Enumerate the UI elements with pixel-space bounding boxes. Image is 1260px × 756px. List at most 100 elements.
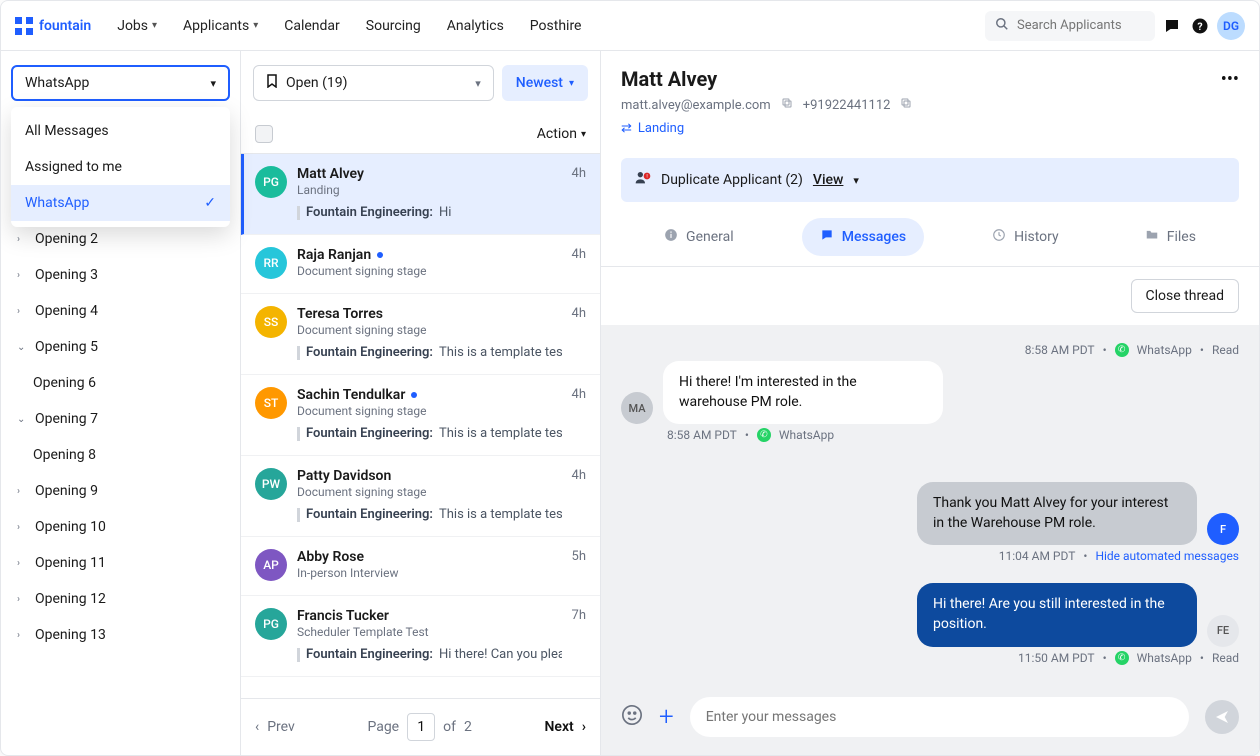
sort-dropdown[interactable]: Newest ▾ (502, 65, 588, 101)
stage-label: Landing (297, 183, 562, 197)
sidebar-item-opening[interactable]: ›Opening 4 (1, 293, 240, 329)
avatar: PG (255, 166, 287, 198)
user-avatar[interactable]: DG (1217, 12, 1245, 40)
sidebar-item-opening[interactable]: ›Opening 3 (1, 257, 240, 293)
avatar: PG (255, 608, 287, 640)
hide-automated-link[interactable]: Hide automated messages (1095, 549, 1239, 563)
tab-messages[interactable]: Messages (802, 218, 924, 256)
bookmark-icon (266, 74, 278, 92)
emoji-icon[interactable] (621, 704, 643, 731)
preview-from: Fountain Engineering: (306, 426, 433, 441)
msg-timestamp: 11:04 AM PDT (999, 549, 1076, 563)
opening-label: Opening 4 (35, 303, 98, 319)
caret-down-icon: ▾ (569, 78, 574, 89)
nav-calendar[interactable]: Calendar (274, 12, 350, 40)
sidebar-item-opening[interactable]: ›Opening 11 (1, 545, 240, 581)
more-menu-icon[interactable]: ••• (1221, 69, 1239, 90)
prev-button[interactable]: ‹ Prev (255, 719, 295, 735)
caret-down-icon[interactable]: ▾ (853, 174, 859, 187)
detail-panel: Matt Alvey matt.alvey@example.com +91922… (601, 51, 1259, 755)
avatar: SS (255, 306, 287, 338)
nav-posthire[interactable]: Posthire (520, 12, 592, 40)
tab-files[interactable]: Files (1127, 218, 1214, 256)
msg-channel: WhatsApp (1137, 343, 1192, 357)
chevron-icon: › (17, 234, 27, 245)
sidebar-item-opening[interactable]: ›Opening 9 (1, 473, 240, 509)
nav-analytics[interactable]: Analytics (437, 12, 514, 40)
search-input[interactable] (1017, 18, 1145, 33)
msg-timestamp: 8:58 AM PDT (1025, 343, 1095, 357)
message-item[interactable]: APAbby RoseIn-person Interview5h (241, 537, 600, 596)
filter-option-assigned[interactable]: Assigned to me (11, 149, 230, 185)
msg-status: Read (1212, 343, 1239, 357)
chevron-icon: › (17, 630, 27, 641)
avatar: ST (255, 387, 287, 419)
sidebar-item-opening[interactable]: ⌄Opening 5 (1, 329, 240, 365)
avatar: MA (621, 392, 653, 424)
duplicate-label: Duplicate Applicant (2) (661, 172, 803, 188)
message-item[interactable]: PWPatty DavidsonDocument signing stageFo… (241, 456, 600, 537)
add-icon[interactable]: + (659, 702, 674, 732)
notification-icon[interactable] (1161, 15, 1183, 37)
message-automated: Thank you Matt Alvey for your interest i… (917, 482, 1197, 545)
tab-history[interactable]: History (974, 218, 1077, 256)
opening-label: Opening 2 (35, 231, 98, 247)
preview-from: Fountain Engineering: (306, 345, 433, 360)
time-label: 7h (572, 608, 586, 662)
message-inbound: Hi there! I'm interested in the warehous… (663, 361, 943, 424)
sidebar-item-opening[interactable]: Opening 6 (1, 365, 240, 401)
whatsapp-icon: ✆ (1115, 343, 1129, 357)
message-item[interactable]: PGMatt AlveyLandingFountain Engineering:… (241, 154, 600, 235)
stage-link[interactable]: Landing (638, 121, 684, 136)
info-icon (664, 228, 678, 246)
status-filter-dropdown[interactable]: Open (19) ▾ (253, 65, 494, 101)
preview-from: Fountain Engineering: (306, 205, 433, 220)
sidebar-item-opening[interactable]: ›Opening 12 (1, 581, 240, 617)
search-input-wrap[interactable] (985, 11, 1155, 41)
message-item[interactable]: RRRaja RanjanDocument signing stage4h (241, 235, 600, 294)
next-button[interactable]: Next › (545, 719, 586, 735)
send-button[interactable] (1205, 700, 1239, 734)
filter-option-all[interactable]: All Messages (11, 113, 230, 149)
opening-label: Opening 13 (35, 627, 106, 643)
sidebar-item-opening[interactable]: ›Opening 10 (1, 509, 240, 545)
nav-jobs[interactable]: Jobs▾ (107, 12, 167, 40)
nav-sourcing[interactable]: Sourcing (356, 12, 431, 40)
filter-option-whatsapp[interactable]: WhatsApp ✓ (11, 185, 230, 221)
caret-down-icon: ▾ (210, 77, 216, 90)
select-all-checkbox[interactable] (255, 125, 273, 143)
check-icon: ✓ (204, 195, 216, 211)
time-label: 5h (572, 549, 586, 581)
time-label: 4h (572, 166, 586, 220)
tab-general[interactable]: General (646, 218, 752, 256)
copy-phone-icon[interactable] (900, 97, 912, 113)
copy-email-icon[interactable] (781, 97, 793, 113)
message-input[interactable] (706, 709, 1173, 725)
nav-applicants[interactable]: Applicants▾ (173, 12, 268, 40)
preview-body: This is a template test (439, 507, 562, 522)
sidebar-item-opening[interactable]: › Opening 13 (1, 617, 240, 653)
caret-down-icon: ▾ (253, 20, 258, 31)
channel-filter-dropdown[interactable]: WhatsApp ▾ (11, 65, 230, 101)
brand-logo[interactable]: fountain (15, 17, 91, 35)
opening-label: Opening 11 (35, 555, 106, 571)
sidebar-item-opening[interactable]: Opening 8 (1, 437, 240, 473)
message-item[interactable]: SSTeresa TorresDocument signing stageFou… (241, 294, 600, 375)
message-item[interactable]: PGFrancis TuckerScheduler Template TestF… (241, 596, 600, 677)
quote-bar-icon (297, 206, 300, 220)
page-number: 1 (407, 713, 435, 741)
help-icon[interactable]: ? (1189, 15, 1211, 37)
chat-icon (820, 228, 834, 246)
action-dropdown[interactable]: Action ▾ (537, 126, 586, 142)
pagination: ‹ Prev Page 1 of 2 Next › (241, 698, 600, 755)
caret-down-icon: ▾ (475, 77, 481, 90)
sidebar-item-opening[interactable]: ⌄Opening 7 (1, 401, 240, 437)
chat-thread: 8:58 AM PDT• ✆ WhatsApp• Read MA Hi ther… (601, 325, 1259, 685)
sender-name: Patty Davidson (297, 468, 391, 484)
message-item[interactable]: STSachin TendulkarDocument signing stage… (241, 375, 600, 456)
quote-bar-icon (297, 427, 300, 441)
of-label: of (443, 719, 456, 735)
avatar: FE (1207, 615, 1239, 647)
close-thread-button[interactable]: Close thread (1131, 279, 1239, 313)
view-duplicates-link[interactable]: View (813, 172, 844, 188)
